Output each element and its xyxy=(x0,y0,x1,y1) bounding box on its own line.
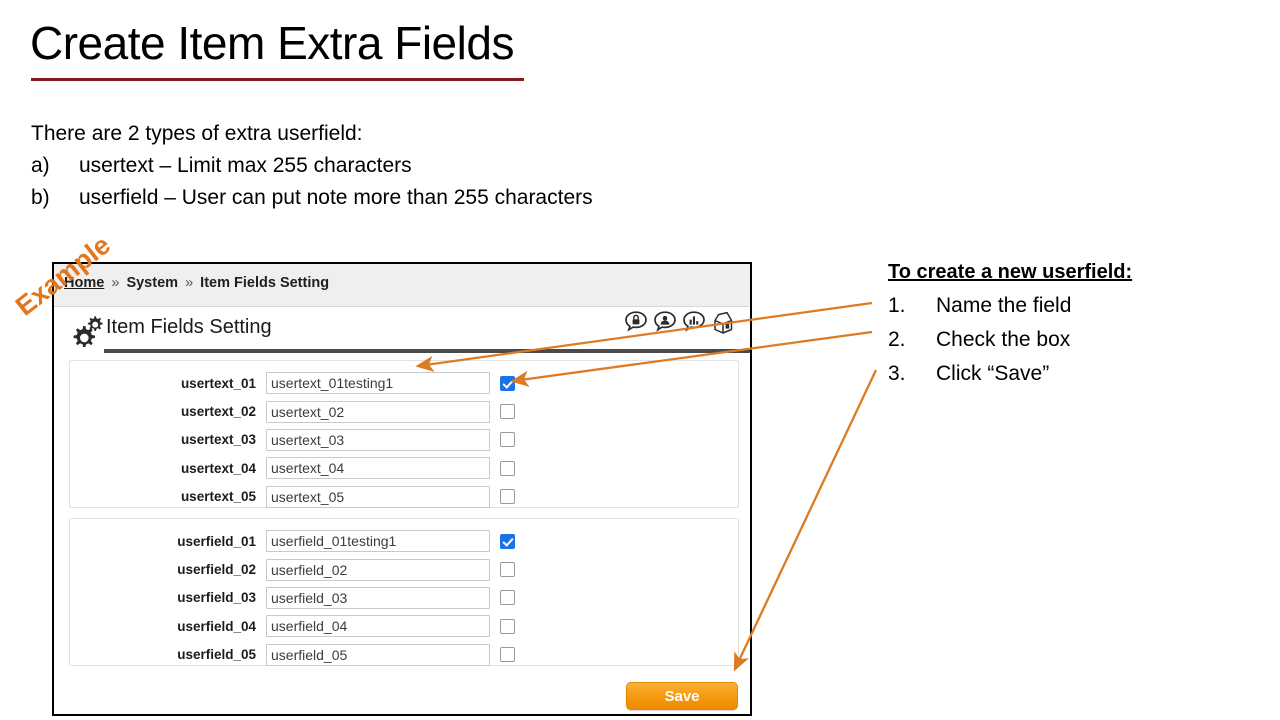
breadcrumb: Home » System » Item Fields Setting xyxy=(64,275,329,291)
page-title: Create Item Extra Fields xyxy=(30,17,514,69)
userfield-field-group: userfield_01 userfield_02 userfield_03user… xyxy=(69,518,739,666)
breadcrumb-separator-1: » xyxy=(111,275,120,291)
field-row: usertext_04 xyxy=(70,454,738,482)
usertext-field-group: usertext_01 usertext_02 usertext_03usertex… xyxy=(69,360,739,508)
user-bubble-icon[interactable] xyxy=(652,310,678,336)
instruction-marker-1: 1. xyxy=(888,294,906,317)
instruction-step-3: 3. Click “Save” xyxy=(888,358,1228,390)
screenshot-frame: Home » System » Item Fields Setting Item… xyxy=(52,262,752,716)
field-input-usertext-3[interactable] xyxy=(266,428,490,451)
field-checkbox-usertext-4[interactable] xyxy=(500,460,515,476)
field-row: userfield_04 xyxy=(70,612,738,640)
field-label: userfield_03 xyxy=(177,590,256,606)
breadcrumb-current-page: Item Fields Setting xyxy=(200,275,330,291)
intro-marker-b: b) xyxy=(31,186,50,209)
instructions-title: To create a new userfield: xyxy=(888,261,1133,283)
field-row: userfield_03 xyxy=(70,584,738,612)
field-label: usertext_04 xyxy=(180,460,256,476)
field-checkbox-usertext-1[interactable] xyxy=(500,375,515,391)
field-label: userfield_01 xyxy=(177,533,256,549)
intro-marker-a: a) xyxy=(31,154,50,177)
package-box-icon[interactable] xyxy=(710,310,736,336)
field-row: usertext_01 xyxy=(70,369,738,397)
field-label: usertext_01 xyxy=(180,375,256,391)
page-heading-bar: Item Fields Setting xyxy=(54,306,750,352)
field-checkbox-userfield-2[interactable] xyxy=(500,562,515,578)
breadcrumb-link-system[interactable]: System xyxy=(126,275,178,291)
gears-icon xyxy=(72,313,106,348)
field-row: usertext_03 xyxy=(70,426,738,454)
instruction-marker-3: 3. xyxy=(888,362,906,385)
field-row: userfield_05 xyxy=(70,641,738,669)
field-label: usertext_02 xyxy=(180,404,256,420)
instruction-text-3: Click “Save” xyxy=(936,362,1050,385)
field-label: usertext_05 xyxy=(180,489,256,505)
heading-divider-rule xyxy=(104,349,750,353)
field-input-userfield-4[interactable] xyxy=(266,615,490,638)
field-row: usertext_02 xyxy=(70,397,738,425)
instruction-step-1: 1. Name the field xyxy=(888,290,1228,322)
arrow-to-save-button xyxy=(733,369,878,672)
instructions-block: To create a new userfield: 1. Name the f… xyxy=(888,256,1228,390)
field-input-userfield-2[interactable] xyxy=(266,558,490,581)
field-row: userfield_02 xyxy=(70,555,738,583)
field-label: userfield_04 xyxy=(177,618,256,634)
save-button[interactable]: Save xyxy=(626,682,738,710)
field-input-usertext-4[interactable] xyxy=(266,457,490,480)
field-checkbox-userfield-1[interactable] xyxy=(500,533,515,549)
field-checkbox-usertext-5[interactable] xyxy=(500,489,515,505)
title-underline-rule xyxy=(31,78,524,81)
field-label: usertext_03 xyxy=(180,432,256,448)
instruction-text-1: Name the field xyxy=(936,294,1072,317)
field-label: userfield_02 xyxy=(177,562,256,578)
field-label: userfield_05 xyxy=(177,647,256,663)
instruction-text-2: Check the box xyxy=(936,328,1071,351)
lock-bubble-icon[interactable] xyxy=(623,310,649,336)
field-input-usertext-1[interactable] xyxy=(266,372,490,395)
chart-bubble-icon[interactable] xyxy=(681,310,707,336)
field-input-userfield-1[interactable] xyxy=(266,530,490,553)
field-input-usertext-5[interactable] xyxy=(266,485,490,508)
intro-text-b: userfield – User can put note more than … xyxy=(79,186,593,209)
intro-block: There are 2 types of extra userfield: a)… xyxy=(31,118,593,214)
page-heading-title: Item Fields Setting xyxy=(106,316,272,338)
field-input-userfield-5[interactable] xyxy=(266,643,490,666)
field-input-userfield-3[interactable] xyxy=(266,586,490,609)
breadcrumb-separator-2: » xyxy=(185,275,194,291)
instruction-step-2: 2. Check the box xyxy=(888,324,1228,356)
intro-text-a: usertext – Limit max 255 characters xyxy=(79,154,412,177)
field-row: usertext_05 xyxy=(70,483,738,511)
field-checkbox-userfield-4[interactable] xyxy=(500,618,515,634)
field-checkbox-userfield-3[interactable] xyxy=(500,590,515,606)
field-input-usertext-2[interactable] xyxy=(266,400,490,423)
field-checkbox-usertext-2[interactable] xyxy=(500,404,515,420)
field-checkbox-userfield-5[interactable] xyxy=(500,647,515,663)
field-row: userfield_01 xyxy=(70,527,738,555)
instruction-marker-2: 2. xyxy=(888,328,906,351)
intro-lead-line: There are 2 types of extra userfield: xyxy=(31,122,363,145)
intro-list-item-b: b) userfield – User can put note more th… xyxy=(31,182,593,214)
intro-list-item-a: a) usertext – Limit max 255 characters xyxy=(31,150,593,182)
field-checkbox-usertext-3[interactable] xyxy=(500,432,515,448)
header-icon-group xyxy=(623,310,736,336)
breadcrumb-link-home[interactable]: Home xyxy=(64,275,104,291)
breadcrumb-bar: Home » System » Item Fields Setting xyxy=(54,264,750,307)
